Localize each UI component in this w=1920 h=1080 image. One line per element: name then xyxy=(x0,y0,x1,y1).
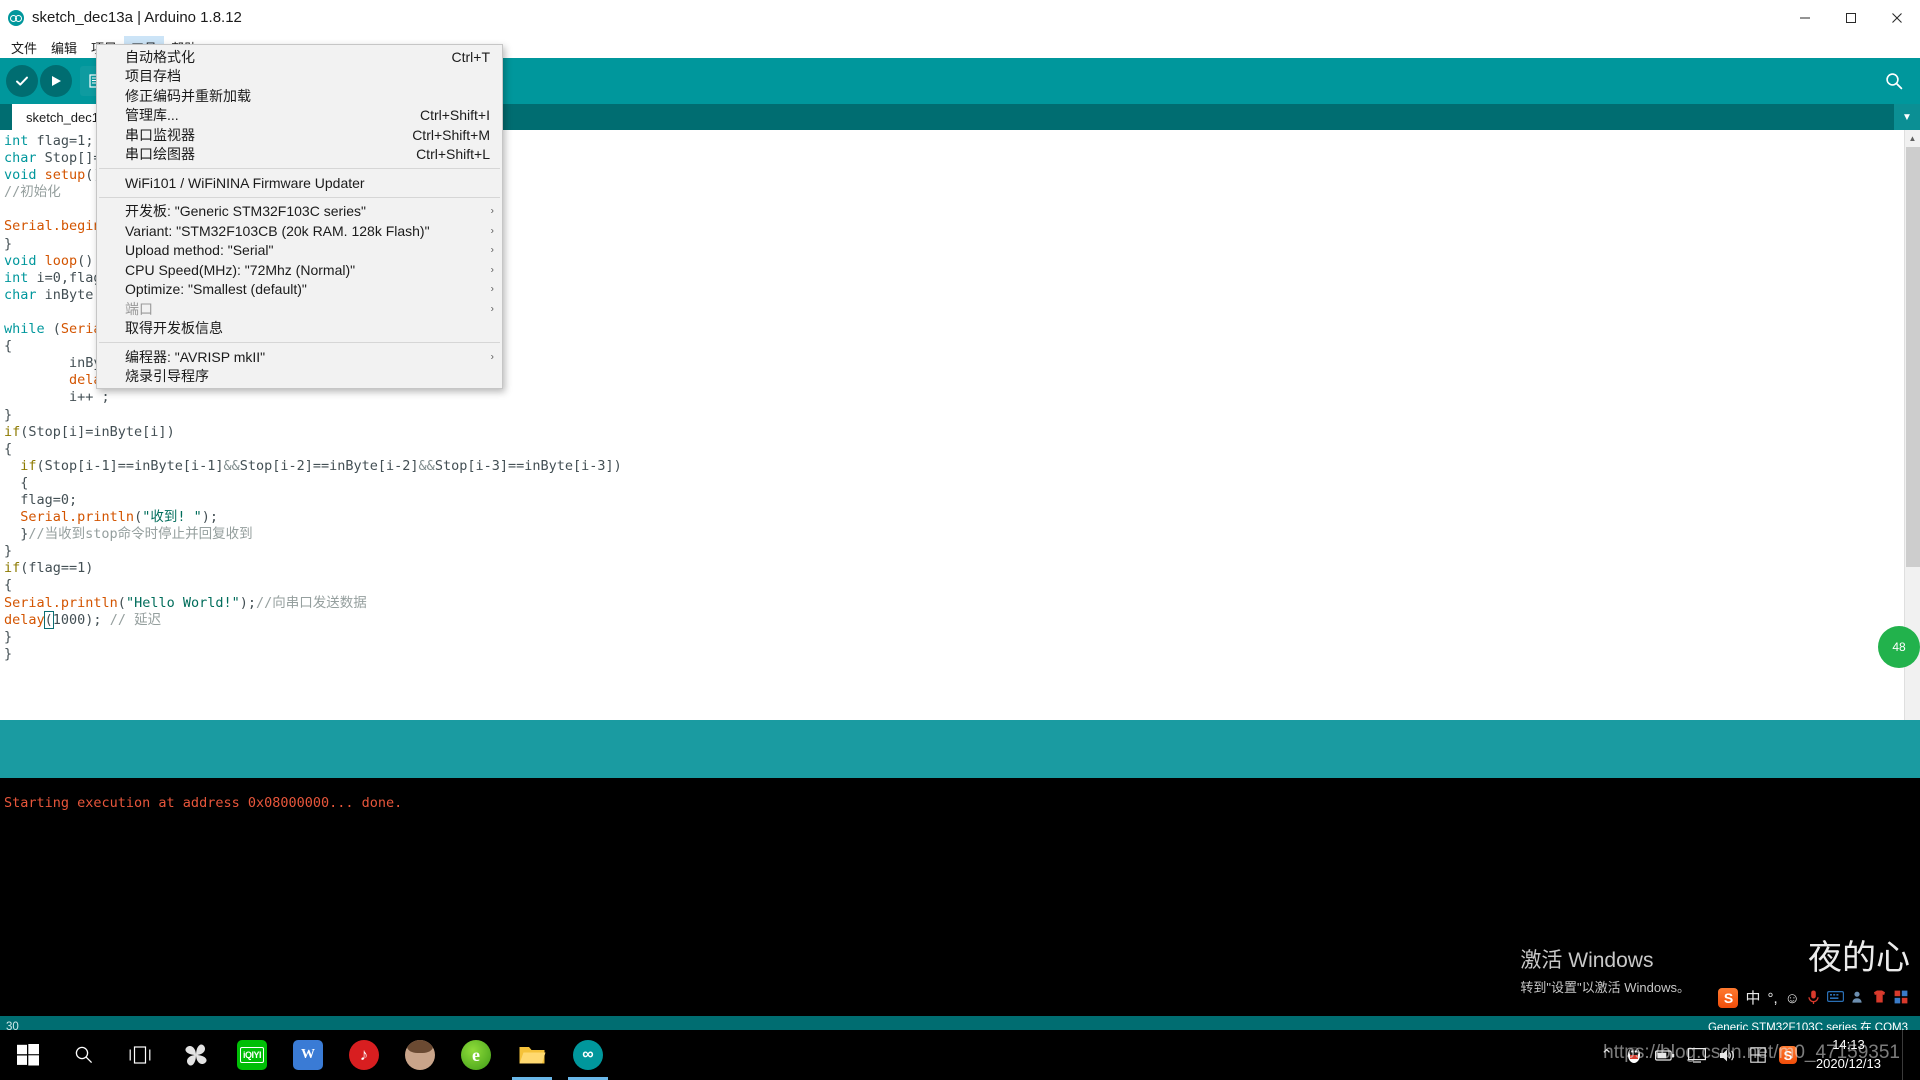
menu-item-label: WiFi101 / WiFiNINA Firmware Updater xyxy=(125,174,365,191)
title-bar: sketch_dec13a | Arduino 1.8.12 xyxy=(0,0,1920,36)
menu-separator xyxy=(99,342,500,343)
console-header-strip xyxy=(0,720,1920,778)
minimize-button[interactable] xyxy=(1782,0,1828,36)
ime-microphone-icon[interactable] xyxy=(1807,989,1820,1008)
window-controls xyxy=(1782,0,1920,36)
chevron-right-icon: › xyxy=(490,244,494,256)
menu-item-label: 修正编码并重新加载 xyxy=(125,87,251,104)
url-watermark: https://blog.csdn.net/m0_47159351 xyxy=(1603,1042,1900,1063)
menu-item-optimize[interactable]: Optimize: "Smallest (default)" › xyxy=(97,280,502,300)
upload-button[interactable] xyxy=(40,65,72,97)
arduino-icon xyxy=(8,9,24,26)
menu-item-accelerator: Ctrl+Shift+L xyxy=(416,146,490,163)
file-explorer-app-icon[interactable] xyxy=(504,1030,560,1080)
menu-item-get-board-info[interactable]: 取得开发板信息 xyxy=(97,319,502,339)
arduino-app-icon[interactable]: ∞ xyxy=(560,1030,616,1080)
verify-button[interactable] xyxy=(6,65,38,97)
floating-notification-badge[interactable]: 48 xyxy=(1878,626,1920,668)
menu-item-label: 串口监视器 xyxy=(125,126,195,143)
ime-punctuation-icon[interactable]: °, xyxy=(1768,991,1778,1006)
ime-toolbar: S 中 °, ☺ xyxy=(1712,985,1914,1011)
avatar-app-icon[interactable] xyxy=(392,1030,448,1080)
menu-item-label: 项目存档 xyxy=(125,68,181,85)
ime-apps-icon[interactable] xyxy=(1894,990,1908,1007)
menu-item-label: CPU Speed(MHz): "72Mhz (Normal)" xyxy=(125,261,356,278)
menu-item-upload-method[interactable]: Upload method: "Serial" › xyxy=(97,241,502,261)
maximize-button[interactable] xyxy=(1828,0,1874,36)
chevron-right-icon: › xyxy=(490,264,494,276)
start-button[interactable] xyxy=(0,1030,56,1080)
chevron-right-icon: › xyxy=(490,283,494,295)
menu-item-label: 自动格式化 xyxy=(125,48,195,65)
ime-user-icon[interactable] xyxy=(1851,990,1865,1007)
search-icon[interactable] xyxy=(56,1030,112,1080)
menu-item-serial-monitor[interactable]: 串口监视器 Ctrl+Shift+M xyxy=(97,125,502,145)
360-browser-app-icon[interactable]: e xyxy=(448,1030,504,1080)
menu-item-port[interactable]: 端口 › xyxy=(97,299,502,319)
menu-item-label: Upload method: "Serial" xyxy=(125,242,274,259)
chevron-right-icon: › xyxy=(490,303,494,315)
chevron-right-icon: › xyxy=(490,225,494,237)
menu-item-accelerator: Ctrl+T xyxy=(451,48,491,65)
menu-item-label: 串口绘图器 xyxy=(125,146,195,163)
menubar-item-file[interactable]: 文件 xyxy=(4,36,44,58)
scroll-up-arrow[interactable]: ▲ xyxy=(1905,130,1920,146)
menu-separator xyxy=(99,168,500,169)
menu-item-fix-encoding[interactable]: 修正编码并重新加载 xyxy=(97,86,502,106)
menu-item-label: 烧录引导程序 xyxy=(125,368,209,385)
show-desktop-button[interactable] xyxy=(1902,1030,1910,1080)
tools-dropdown-menu: 自动格式化 Ctrl+T 项目存档 修正编码并重新加载 管理库... Ctrl+… xyxy=(96,44,503,389)
menu-item-label: 取得开发板信息 xyxy=(125,320,223,337)
menu-item-serial-plotter[interactable]: 串口绘图器 Ctrl+Shift+L xyxy=(97,145,502,165)
ime-chinese-mode-icon[interactable]: 中 xyxy=(1745,991,1760,1006)
chevron-right-icon: › xyxy=(490,205,494,217)
menu-item-label: 开发板: "Generic STM32F103C series" xyxy=(125,203,367,220)
menu-item-label: 管理库... xyxy=(125,107,179,124)
ime-emoji-icon[interactable]: ☺ xyxy=(1785,991,1800,1006)
menu-item-label: 编程器: "AVRISP mkII" xyxy=(125,348,266,365)
menubar-item-edit[interactable]: 编辑 xyxy=(44,36,84,58)
console-output: Starting execution at address 0x08000000… xyxy=(0,778,1920,1016)
ime-keyboard-icon[interactable] xyxy=(1827,990,1845,1006)
chevron-down-icon[interactable]: ▼ xyxy=(1894,104,1920,130)
menu-item-accelerator: Ctrl+Shift+M xyxy=(412,126,490,143)
menu-item-wifi-firmware-updater[interactable]: WiFi101 / WiFiNINA Firmware Updater xyxy=(97,173,502,193)
pinwheel-app-icon[interactable] xyxy=(168,1030,224,1080)
menu-separator xyxy=(99,196,500,198)
editor-scroll-thumb[interactable] xyxy=(1906,147,1920,567)
menu-item-label: Optimize: "Smallest (default)" xyxy=(125,281,307,298)
netease-music-app-icon[interactable]: ♪ xyxy=(336,1030,392,1080)
wps-app-icon[interactable]: W xyxy=(280,1030,336,1080)
iqiyi-app-icon[interactable]: iQIYI xyxy=(224,1030,280,1080)
window-title: sketch_dec13a | Arduino 1.8.12 xyxy=(32,9,242,26)
nickname-watermark: 夜的心 xyxy=(1808,938,1910,978)
menu-item-accelerator: Ctrl+Shift+I xyxy=(419,107,490,124)
menu-item-cpu-speed[interactable]: CPU Speed(MHz): "72Mhz (Normal)" › xyxy=(97,260,502,280)
chevron-right-icon: › xyxy=(490,351,494,363)
menu-item-burn-bootloader[interactable]: 烧录引导程序 xyxy=(97,367,502,387)
arduino-ide-window: sketch_dec13a | Arduino 1.8.12 文件 编辑 项目 … xyxy=(0,0,1920,1038)
menu-item-variant[interactable]: Variant: "STM32F103CB (20k RAM. 128k Fla… xyxy=(97,221,502,241)
sogou-logo-icon[interactable]: S xyxy=(1718,988,1739,1008)
task-view-icon[interactable] xyxy=(112,1030,168,1080)
menu-item-manage-libraries[interactable]: 管理库... Ctrl+Shift+I xyxy=(97,106,502,126)
close-button[interactable] xyxy=(1874,0,1920,36)
menu-item-archive-sketch[interactable]: 项目存档 xyxy=(97,67,502,87)
menu-item-auto-format[interactable]: 自动格式化 Ctrl+T xyxy=(97,47,502,67)
menu-item-label: 端口 xyxy=(125,300,153,317)
menu-item-programmer[interactable]: 编程器: "AVRISP mkII" › xyxy=(97,347,502,367)
menu-item-label: Variant: "STM32F103CB (20k RAM. 128k Fla… xyxy=(125,222,430,239)
ime-skin-icon[interactable] xyxy=(1872,989,1887,1007)
serial-monitor-icon[interactable] xyxy=(1874,61,1914,101)
menu-item-board[interactable]: 开发板: "Generic STM32F103C series" › xyxy=(97,202,502,222)
